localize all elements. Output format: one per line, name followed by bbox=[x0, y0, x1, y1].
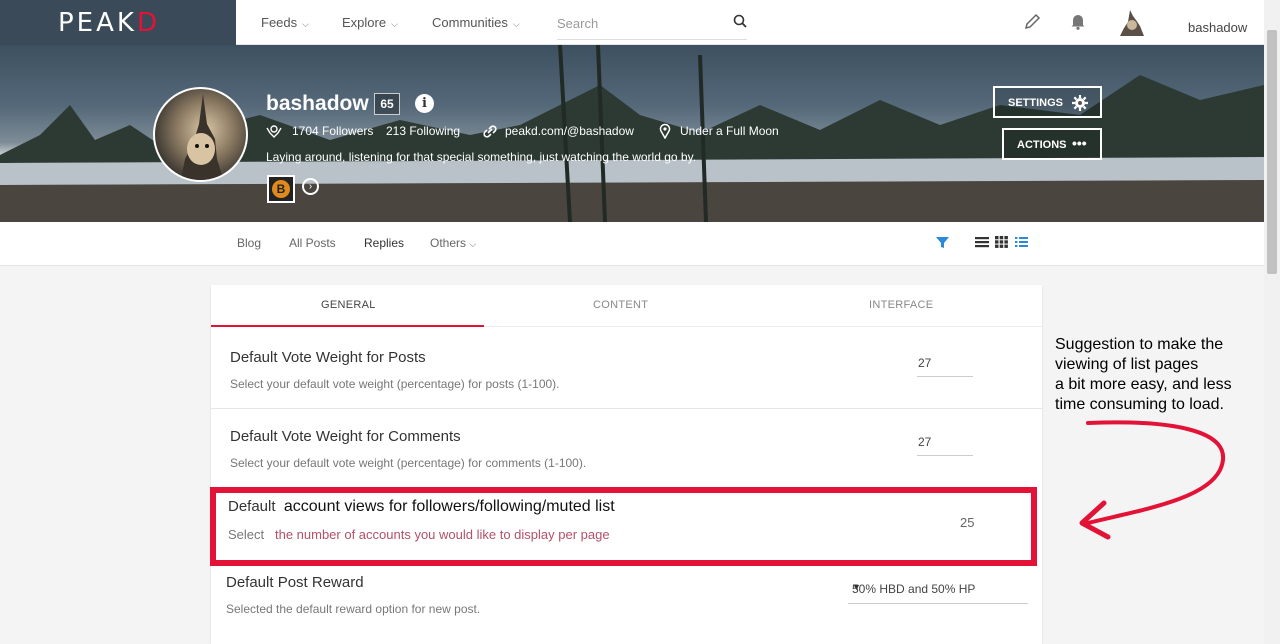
scrollbar-thumb[interactable] bbox=[1267, 30, 1277, 274]
setting-title: Default Post Reward bbox=[226, 574, 364, 591]
annotation-line: Suggestion to make the bbox=[1055, 336, 1224, 353]
search-input[interactable]: Search bbox=[557, 8, 747, 40]
post-reward-select[interactable]: 50% HBD and 50% HP ▼ bbox=[848, 572, 1028, 604]
nav-feeds[interactable]: Feeds ⌵ bbox=[261, 15, 309, 30]
filter-icon[interactable] bbox=[936, 236, 949, 249]
tab-replies[interactable]: Replies bbox=[364, 236, 404, 250]
setting-description: Select your default vote weight (percent… bbox=[230, 377, 560, 391]
profile-avatar bbox=[153, 87, 248, 182]
profile-subnav: Blog All Posts Replies Others ⌵ bbox=[0, 222, 1264, 266]
dropdown-arrow-icon: ▼ bbox=[852, 582, 861, 592]
following-count[interactable]: 213 Following bbox=[386, 124, 460, 138]
link-icon bbox=[483, 125, 497, 138]
actions-button[interactable]: ACTIONS ••• bbox=[1002, 128, 1102, 160]
settings-panel: GENERAL CONTENT INTERFACE Default Vote W… bbox=[211, 285, 1042, 644]
avatar bbox=[1120, 10, 1144, 36]
nav-communities[interactable]: Communities ⌵ bbox=[432, 15, 520, 30]
chevron-down-icon: ⌵ bbox=[469, 239, 477, 249]
followers-icon bbox=[266, 125, 282, 138]
top-navbar: PEAKD Feeds ⌵ Explore ⌵ Communities ⌵ Searc… bbox=[0, 0, 1264, 45]
setting-title-account-views: Default account views for followers/foll… bbox=[228, 498, 615, 515]
tab-others[interactable]: Others ⌵ bbox=[430, 236, 476, 250]
gear-icon bbox=[1072, 95, 1088, 111]
annotation-text: Suggestion to make the viewing of list p… bbox=[1055, 335, 1260, 415]
chevron-down-icon: ⌵ bbox=[391, 19, 398, 29]
settings-button[interactable]: SETTINGS bbox=[993, 86, 1102, 118]
tab-content[interactable]: CONTENT bbox=[593, 299, 648, 311]
profile-bio: Laying around, listening for that specia… bbox=[266, 150, 697, 164]
chevron-down-icon: ⌵ bbox=[1188, 20, 1195, 30]
logo-area[interactable]: PEAKD bbox=[0, 0, 236, 45]
active-tab-indicator bbox=[211, 325, 484, 327]
list-view-icon[interactable] bbox=[975, 236, 989, 248]
setting-description-account-views: Select the number of accounts you would … bbox=[228, 527, 610, 542]
search-icon[interactable] bbox=[733, 14, 747, 28]
vote-weight-comments-input[interactable]: 27 bbox=[917, 430, 973, 456]
annotation-line: viewing of list pages bbox=[1055, 356, 1199, 373]
grid-view-icon[interactable] bbox=[995, 236, 1008, 248]
badge[interactable]: B bbox=[267, 175, 295, 203]
peakd-logo[interactable]: PEAKD bbox=[58, 8, 160, 38]
chevron-down-icon: ⌵ bbox=[302, 19, 309, 29]
annotation-line: a bit more easy, and less bbox=[1055, 376, 1232, 393]
tab-interface[interactable]: INTERFACE bbox=[869, 299, 933, 311]
tab-general[interactable]: GENERAL bbox=[321, 299, 376, 311]
chevron-right-icon[interactable]: › bbox=[302, 178, 319, 195]
reputation-badge: 65 bbox=[374, 93, 400, 115]
annotation-arrow bbox=[1079, 420, 1225, 540]
account-views-input[interactable]: 25 bbox=[960, 515, 974, 530]
setting-title: Default Vote Weight for Posts bbox=[230, 349, 426, 366]
tab-blog[interactable]: Blog bbox=[237, 236, 261, 250]
info-icon[interactable]: i bbox=[415, 94, 434, 113]
location-icon bbox=[659, 123, 671, 139]
setting-title: Default Vote Weight for Comments bbox=[230, 428, 461, 445]
annotation-line: time consuming to load. bbox=[1055, 396, 1224, 413]
divider bbox=[211, 408, 1042, 409]
vote-weight-posts-input[interactable]: 27 bbox=[917, 351, 973, 377]
pencil-icon[interactable] bbox=[1024, 13, 1041, 30]
profile-link[interactable]: peakd.com/@bashadow bbox=[505, 124, 634, 138]
profile-location: Under a Full Moon bbox=[680, 124, 779, 138]
nav-explore[interactable]: Explore ⌵ bbox=[342, 15, 398, 30]
profile-banner: bashadow 65 i 1704 Followers 213 Followi… bbox=[0, 45, 1264, 222]
profile-username: bashadow bbox=[266, 92, 369, 115]
setting-description: Selected the default reward option for n… bbox=[226, 602, 481, 616]
more-dots-icon: ••• bbox=[1072, 135, 1087, 151]
chevron-down-icon: ⌵ bbox=[512, 19, 520, 29]
followers-count[interactable]: 1704 Followers bbox=[292, 124, 373, 138]
setting-description: Select your default vote weight (percent… bbox=[230, 456, 587, 470]
scrollbar[interactable] bbox=[1264, 0, 1280, 644]
compact-view-icon[interactable] bbox=[1015, 236, 1028, 248]
tab-all-posts[interactable]: All Posts bbox=[289, 236, 336, 250]
bell-icon[interactable] bbox=[1070, 13, 1086, 30]
